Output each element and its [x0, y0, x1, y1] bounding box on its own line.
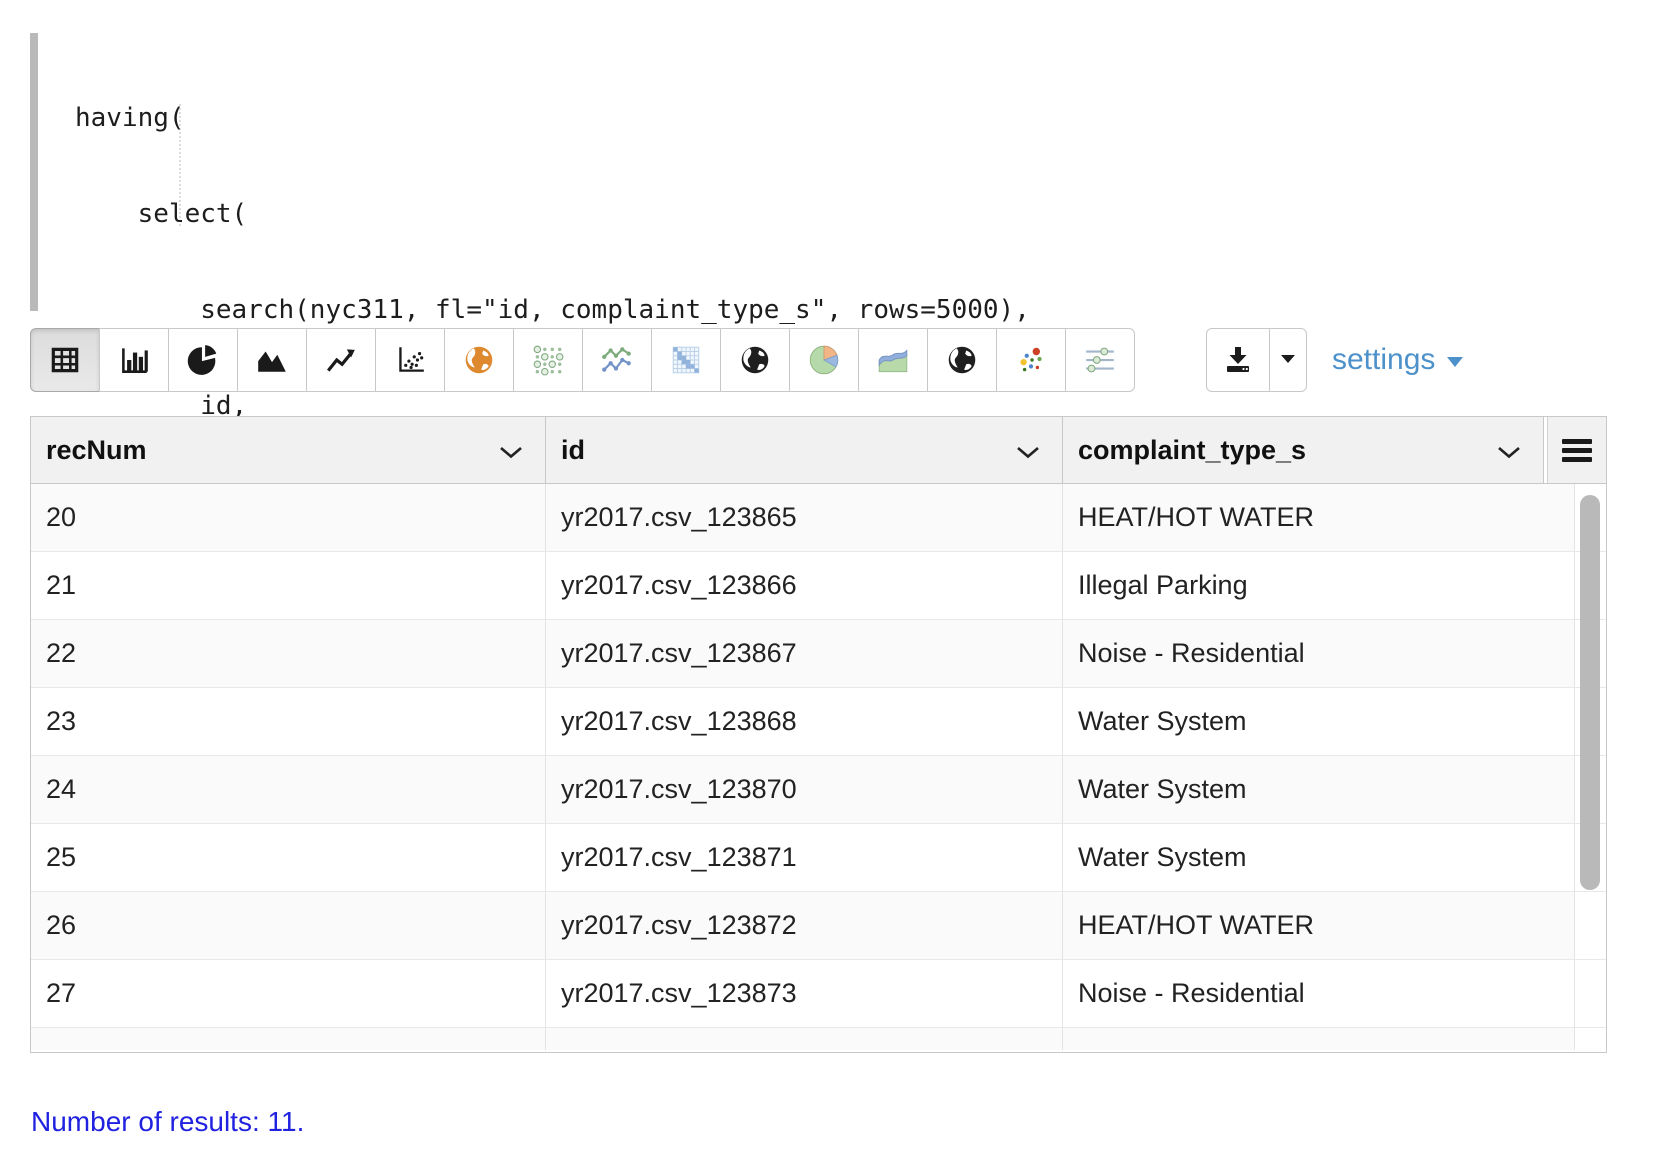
cell-id: yr2017.csv_123871: [546, 824, 1063, 891]
cell-id: [546, 1028, 1063, 1050]
results-count-text: Number of results: 11.: [31, 1106, 304, 1138]
area-color-icon: [876, 343, 910, 377]
cell-id: yr2017.csv_123867: [546, 620, 1063, 687]
chart-type-pie-color-button[interactable]: [789, 328, 859, 392]
area-chart-icon: [255, 343, 289, 377]
chart-type-scatter-button[interactable]: [375, 328, 445, 392]
table-icon: [48, 343, 82, 377]
chart-type-world-map-2-button[interactable]: [927, 328, 997, 392]
code-line: select(: [75, 198, 1030, 230]
table-row: 25 yr2017.csv_123871 Water System: [31, 824, 1606, 892]
globe-dark-2-icon: [945, 343, 979, 377]
chart-type-multi-line-button[interactable]: [582, 328, 652, 392]
cell-complaint-type: Noise - Residential: [1063, 960, 1575, 1027]
table-row: 21 yr2017.csv_123866 Illegal Parking: [31, 552, 1606, 620]
scatter-plot-icon: [393, 343, 427, 377]
cell-recnum: 24: [31, 756, 546, 823]
cell-id: yr2017.csv_123872: [546, 892, 1063, 959]
cell-id: yr2017.csv_123865: [546, 484, 1063, 551]
cell-recnum: 25: [31, 824, 546, 891]
table-row-partial: [31, 1028, 1606, 1050]
globe-dark-icon: [738, 343, 772, 377]
code-block-left-border: [30, 33, 38, 311]
chart-type-toolbar: [30, 328, 1135, 392]
table-row: 26 yr2017.csv_123872 HEAT/HOT WATER: [31, 892, 1606, 960]
caret-down-icon: [1279, 353, 1297, 368]
cell-complaint-type: Water System: [1063, 688, 1575, 755]
table-scrollbar-thumb[interactable]: [1580, 495, 1600, 890]
cell-id: yr2017.csv_123870: [546, 756, 1063, 823]
cell-complaint-type: HEAT/HOT WATER: [1063, 484, 1575, 551]
caret-down-icon: [1445, 343, 1465, 377]
chart-type-table-button[interactable]: [30, 328, 100, 392]
chart-type-pie-button[interactable]: [168, 328, 238, 392]
hamburger-menu-icon: [1562, 435, 1592, 466]
chart-type-heatmap-button[interactable]: [651, 328, 721, 392]
cell-recnum: 23: [31, 688, 546, 755]
settings-dropdown-link[interactable]: settings: [1332, 343, 1465, 377]
table-row: 23 yr2017.csv_123868 Water System: [31, 688, 1606, 756]
column-header-recnum[interactable]: recNum: [31, 417, 546, 483]
cell-id: yr2017.csv_123873: [546, 960, 1063, 1027]
chevron-down-icon[interactable]: [499, 435, 523, 466]
table-row: 24 yr2017.csv_123870 Water System: [31, 756, 1606, 824]
code-line: having(: [75, 102, 1030, 134]
cell-complaint-type: Noise - Residential: [1063, 620, 1575, 687]
chart-type-scatter-color-button[interactable]: [996, 328, 1066, 392]
chart-type-area-button[interactable]: [237, 328, 307, 392]
column-header-label: id: [561, 435, 585, 466]
code-line: search(nyc311, fl="id, complaint_type_s"…: [75, 294, 1030, 326]
chart-type-area-color-button[interactable]: [858, 328, 928, 392]
bar-chart-icon: [117, 343, 151, 377]
cell-id: yr2017.csv_123866: [546, 552, 1063, 619]
cell-complaint-type: [1063, 1028, 1575, 1050]
cell-id: yr2017.csv_123868: [546, 688, 1063, 755]
chart-type-sliders-button[interactable]: [1065, 328, 1135, 392]
scatter-color-icon: [1014, 343, 1048, 377]
results-table: recNum id complaint_type_s 20 yr2017.csv…: [30, 416, 1607, 1053]
chart-type-world-map-button[interactable]: [720, 328, 790, 392]
column-header-complaint-type[interactable]: complaint_type_s: [1063, 417, 1544, 483]
sliders-icon: [1083, 343, 1117, 377]
pie-chart-icon: [186, 343, 220, 377]
heatmap-icon: [669, 343, 703, 377]
table-header-row: recNum id complaint_type_s: [31, 417, 1606, 484]
settings-label: settings: [1332, 343, 1435, 377]
cell-recnum: 27: [31, 960, 546, 1027]
cell-recnum: [31, 1028, 546, 1050]
cell-recnum: 22: [31, 620, 546, 687]
line-chart-icon: [324, 343, 358, 377]
scrollbar-gutter: [1575, 892, 1606, 959]
column-header-label: recNum: [46, 435, 147, 466]
download-button-group: [1206, 328, 1307, 392]
download-icon: [1222, 343, 1254, 378]
cell-complaint-type: Water System: [1063, 756, 1575, 823]
chart-type-line-button[interactable]: [306, 328, 376, 392]
globe-orange-icon: [462, 343, 496, 377]
cell-recnum: 21: [31, 552, 546, 619]
dot-grid-icon: [531, 343, 565, 377]
download-options-caret-button[interactable]: [1269, 328, 1307, 392]
table-row: 20 yr2017.csv_123865 HEAT/HOT WATER: [31, 484, 1606, 552]
cell-recnum: 26: [31, 892, 546, 959]
table-row: 22 yr2017.csv_123867 Noise - Residential: [31, 620, 1606, 688]
cell-recnum: 20: [31, 484, 546, 551]
column-header-label: complaint_type_s: [1078, 435, 1306, 466]
chart-type-map-orange-button[interactable]: [444, 328, 514, 392]
column-header-id[interactable]: id: [546, 417, 1063, 483]
scrollbar-gutter: [1575, 1028, 1606, 1050]
chevron-down-icon[interactable]: [1497, 435, 1521, 466]
cell-complaint-type: Water System: [1063, 824, 1575, 891]
download-button[interactable]: [1206, 328, 1270, 392]
multi-series-line-icon: [600, 343, 634, 377]
cell-complaint-type: HEAT/HOT WATER: [1063, 892, 1575, 959]
table-row: 27 yr2017.csv_123873 Noise - Residential: [31, 960, 1606, 1028]
chart-type-bar-button[interactable]: [99, 328, 169, 392]
chart-type-dot-grid-button[interactable]: [513, 328, 583, 392]
pie-color-icon: [807, 343, 841, 377]
table-menu-button[interactable]: [1547, 417, 1606, 483]
scrollbar-gutter: [1575, 960, 1606, 1027]
cell-complaint-type: Illegal Parking: [1063, 552, 1575, 619]
chevron-down-icon[interactable]: [1016, 435, 1040, 466]
